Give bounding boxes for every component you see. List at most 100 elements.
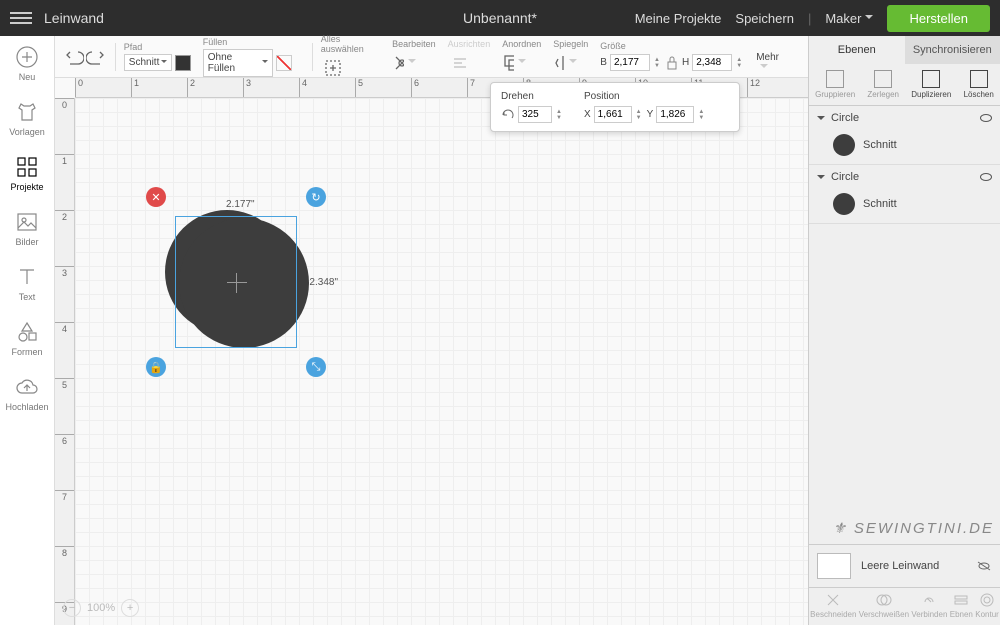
no-fill-icon[interactable] <box>276 55 292 71</box>
shapes-icon <box>15 320 39 344</box>
hamburger-icon[interactable] <box>10 12 32 24</box>
sidebar-label: Formen <box>11 347 42 357</box>
zoom-value: 100% <box>87 602 115 614</box>
width-label: B <box>600 57 607 68</box>
layer-name: Circle <box>831 171 859 183</box>
fill-dropdown[interactable]: Ohne Füllen <box>203 49 273 77</box>
zoom-out-button[interactable]: − <box>63 599 81 617</box>
layer-linetype: Schnitt <box>863 139 897 151</box>
zoom-in-button[interactable]: + <box>121 599 139 617</box>
canvas-area[interactable]: 0123456789101112 0123456789 ✕ ↻ 🔒 ⤡ 2.17… <box>55 78 808 625</box>
right-panel-footer: Beschneiden Verschweißen Verbinden Ebnen… <box>809 587 1000 625</box>
layer-linetype: Schnitt <box>863 198 897 210</box>
rotate-icon <box>501 108 515 122</box>
color-swatch[interactable] <box>175 55 191 71</box>
machine-dropdown[interactable]: Maker <box>825 11 873 26</box>
sidebar-label: Text <box>19 292 36 302</box>
y-spinner[interactable]: ▲▼ <box>698 109 706 121</box>
watermark: ⚜ SEWINGTINI.DE <box>833 519 994 538</box>
lock-handle[interactable]: 🔒 <box>146 357 166 377</box>
size-label: Größe <box>600 41 744 51</box>
delete-button[interactable]: Löschen <box>964 70 994 99</box>
tab-layers[interactable]: Ebenen <box>809 36 905 64</box>
sidebar-label: Neu <box>19 72 36 82</box>
width-spinner[interactable]: ▲▼ <box>654 57 662 69</box>
rotate-spinner[interactable]: ▲▼ <box>556 109 564 121</box>
plus-circle-icon <box>15 45 39 69</box>
hidden-icon[interactable] <box>976 560 992 572</box>
rotate-position-popup: Drehen ▲▼ Position X ▲▼ Y ▲▼ <box>490 82 740 132</box>
edit-label: Bearbeiten <box>392 39 436 49</box>
rotate-input[interactable] <box>518 106 552 123</box>
x-input[interactable] <box>594 106 632 123</box>
rotate-label: Drehen <box>501 91 564 102</box>
linetype-dropdown[interactable]: Schnitt <box>124 54 172 71</box>
x-label: X <box>584 109 591 120</box>
attach-button: Verbinden <box>911 592 947 619</box>
arrange-dropdown[interactable] <box>502 51 526 75</box>
x-spinner[interactable]: ▲▼ <box>636 109 644 121</box>
top-toolbar: Pfad Schnitt Füllen Ohne Füllen Alles au… <box>55 36 808 78</box>
layer-item[interactable]: Circle Schnitt <box>809 165 1000 224</box>
select-all-button[interactable] <box>321 56 345 80</box>
vertical-ruler: 0123456789 <box>55 98 75 625</box>
selection-bounds: ✕ ↻ 🔒 ⤡ 2.177" 2.348" <box>175 216 297 348</box>
sidebar-label: Projekte <box>10 182 43 192</box>
height-dimension: 2.348" <box>309 277 338 288</box>
visibility-icon[interactable] <box>980 114 992 122</box>
my-projects-link[interactable]: Meine Projekte <box>635 11 722 26</box>
layer-item[interactable]: Circle Schnitt <box>809 106 1000 165</box>
width-input[interactable] <box>610 54 650 71</box>
flatten-button: Ebnen <box>950 592 973 619</box>
select-all-label: Alles auswählen <box>321 34 380 54</box>
redo-button[interactable] <box>85 45 107 69</box>
save-link[interactable]: Speichern <box>735 11 794 26</box>
layer-name: Circle <box>831 112 859 124</box>
blank-thumbnail-icon <box>817 553 851 579</box>
group-button: Gruppieren <box>815 70 855 99</box>
document-title: Unbenannt* <box>463 10 537 26</box>
height-spinner[interactable]: ▲▼ <box>736 57 744 69</box>
sidebar-item-upload[interactable]: Hochladen <box>0 366 54 421</box>
collapse-icon[interactable] <box>817 175 825 183</box>
fill-label: Füllen <box>203 37 292 47</box>
sidebar-label: Bilder <box>15 237 38 247</box>
slice-button: Beschneiden <box>810 592 856 619</box>
canvas-grid[interactable]: ✕ ↻ 🔒 ⤡ 2.177" 2.348" <box>75 98 808 625</box>
align-label: Ausrichten <box>448 39 491 49</box>
sidebar-label: Vorlagen <box>9 127 45 137</box>
layer-thumbnail-icon <box>833 193 855 215</box>
visibility-icon[interactable] <box>980 173 992 181</box>
canvas-label: Leinwand <box>44 10 104 26</box>
lock-icon[interactable] <box>665 53 679 73</box>
edit-dropdown[interactable] <box>392 51 416 75</box>
sidebar-item-projects[interactable]: Projekte <box>0 146 54 201</box>
duplicate-button[interactable]: Duplizieren <box>911 70 951 99</box>
sidebar-item-images[interactable]: Bilder <box>0 201 54 256</box>
layer-thumbnail-icon <box>833 134 855 156</box>
contour-button: Kontur <box>975 592 999 619</box>
cloud-upload-icon <box>15 375 39 399</box>
scale-handle[interactable]: ⤡ <box>306 357 326 377</box>
separator: | <box>808 11 811 26</box>
make-button[interactable]: Herstellen <box>887 5 990 32</box>
right-panel-tabs: Ebenen Synchronisieren <box>809 36 1000 64</box>
sidebar-item-templates[interactable]: Vorlagen <box>0 91 54 146</box>
sidebar-item-shapes[interactable]: Formen <box>0 311 54 366</box>
rotate-handle[interactable]: ↻ <box>306 187 326 207</box>
blank-canvas-row[interactable]: Leere Leinwand <box>809 544 1000 587</box>
undo-button[interactable] <box>63 45 85 69</box>
collapse-icon[interactable] <box>817 116 825 124</box>
weld-button: Verschweißen <box>859 592 909 619</box>
y-input[interactable] <box>656 106 694 123</box>
delete-handle[interactable]: ✕ <box>146 187 166 207</box>
grid-icon <box>15 155 39 179</box>
sidebar-item-new[interactable]: Neu <box>0 36 54 91</box>
height-input[interactable] <box>692 54 732 71</box>
top-bar: Leinwand Unbenannt* Meine Projekte Speic… <box>0 0 1000 36</box>
mirror-dropdown[interactable] <box>553 51 577 75</box>
sidebar-item-text[interactable]: Text <box>0 256 54 311</box>
zoom-control[interactable]: − 100% + <box>63 599 139 617</box>
tab-sync[interactable]: Synchronisieren <box>905 36 1000 64</box>
more-dropdown[interactable]: Mehr <box>756 52 788 74</box>
